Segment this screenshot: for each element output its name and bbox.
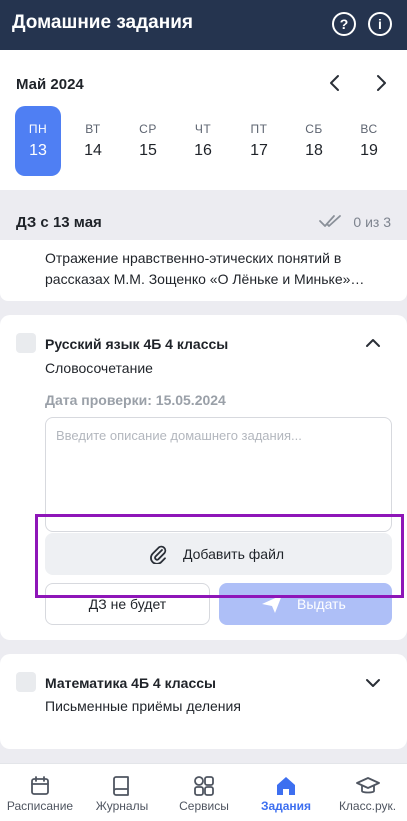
day-name: ВТ: [85, 122, 101, 136]
day-name: ЧТ: [194, 122, 212, 136]
no-homework-button[interactable]: ДЗ не будет: [45, 583, 210, 625]
app-header: Домашние задания ? i: [0, 0, 407, 50]
check-date: Дата проверки: 15.05.2024: [45, 392, 226, 408]
info-circle-icon[interactable]: i: [368, 12, 392, 36]
send-icon: [262, 595, 282, 613]
subject-card-math[interactable]: Математика 4Б 4 классы Письменные приёмы…: [0, 654, 407, 749]
subject-topic: Письменные приёмы деления: [45, 698, 241, 714]
tab-label: Задания: [260, 799, 312, 813]
day-name: СБ: [305, 122, 323, 136]
day-date: 17: [250, 142, 268, 159]
chevron-up-icon[interactable]: [364, 337, 382, 349]
subject-card-russian: Русский язык 4Б 4 классы Словосочетание …: [0, 315, 407, 640]
day-sunday[interactable]: ВС 19: [346, 106, 392, 176]
tab-label: Расписание: [6, 799, 74, 813]
homework-item-previous[interactable]: Отражение нравственно-этических понятий …: [0, 240, 407, 301]
day-name: ПН: [28, 122, 48, 136]
day-name: СР: [139, 122, 157, 136]
lesson-topic: Отражение нравственно-этических понятий …: [45, 250, 365, 287]
home-icon: [277, 777, 295, 795]
tab-label: Журналы: [95, 799, 149, 813]
tab-services[interactable]: Сервисы: [164, 764, 244, 821]
book-icon: [113, 776, 129, 796]
day-wednesday[interactable]: СР 15: [125, 106, 171, 176]
tab-class-teacher[interactable]: Класс.рук.: [328, 764, 407, 821]
subject-name: Математика 4Б 4 классы: [45, 675, 216, 691]
subject-topic: Словосочетание: [45, 360, 153, 376]
add-file-label: Добавить файл: [183, 546, 285, 562]
tab-label: Класс.рук.: [338, 799, 397, 813]
add-file-button[interactable]: Добавить файл: [45, 533, 392, 575]
chevron-down-icon[interactable]: [364, 677, 382, 689]
calendar-icon: [31, 776, 49, 795]
day-saturday[interactable]: СБ 18: [291, 106, 337, 176]
day-date: 19: [360, 142, 378, 159]
tab-label: Сервисы: [179, 799, 229, 813]
tab-journals[interactable]: Журналы: [82, 764, 162, 821]
day-friday[interactable]: ПТ 17: [236, 106, 282, 176]
grid-icon: [194, 776, 214, 796]
page-title: Домашние задания: [12, 12, 193, 33]
day-date: 14: [84, 142, 102, 159]
day-date: 15: [139, 142, 157, 159]
paperclip-icon: [150, 545, 167, 564]
day-name: ПТ: [250, 122, 268, 136]
double-check-icon: [319, 215, 341, 227]
question-circle-icon[interactable]: ?: [332, 12, 356, 36]
homework-count: 0 из 3: [353, 214, 391, 230]
day-date: 16: [194, 142, 212, 159]
subject-name: Русский язык 4Б 4 классы: [45, 336, 229, 352]
subject-checkbox[interactable]: [16, 672, 36, 692]
month-label: Май 2024: [16, 76, 84, 93]
chevron-right-icon[interactable]: [370, 72, 392, 94]
week-calendar: Май 2024 ПН 13 ВТ 14 СР 15 ЧТ 16 ПТ 17 С…: [0, 50, 407, 190]
homework-description-input[interactable]: [45, 417, 392, 532]
day-tuesday[interactable]: ВТ 14: [70, 106, 116, 176]
day-name: ВС: [360, 122, 378, 136]
subject-checkbox[interactable]: [16, 333, 36, 353]
chevron-left-icon[interactable]: [324, 72, 346, 94]
day-date: 13: [29, 142, 47, 159]
issue-homework-button[interactable]: Выдать: [219, 583, 392, 625]
tab-assignments[interactable]: Задания: [246, 764, 326, 821]
tab-schedule[interactable]: Расписание: [0, 764, 80, 821]
bottom-tab-bar: Расписание Журналы Сервисы Задания Класс…: [0, 763, 407, 821]
day-monday[interactable]: ПН 13: [15, 106, 61, 176]
issue-label: Выдать: [297, 596, 346, 612]
homework-heading: ДЗ с 13 мая: [16, 214, 102, 231]
day-date: 18: [305, 142, 323, 159]
day-thursday[interactable]: ЧТ 16: [180, 106, 226, 176]
graduation-cap-icon: [356, 777, 380, 794]
